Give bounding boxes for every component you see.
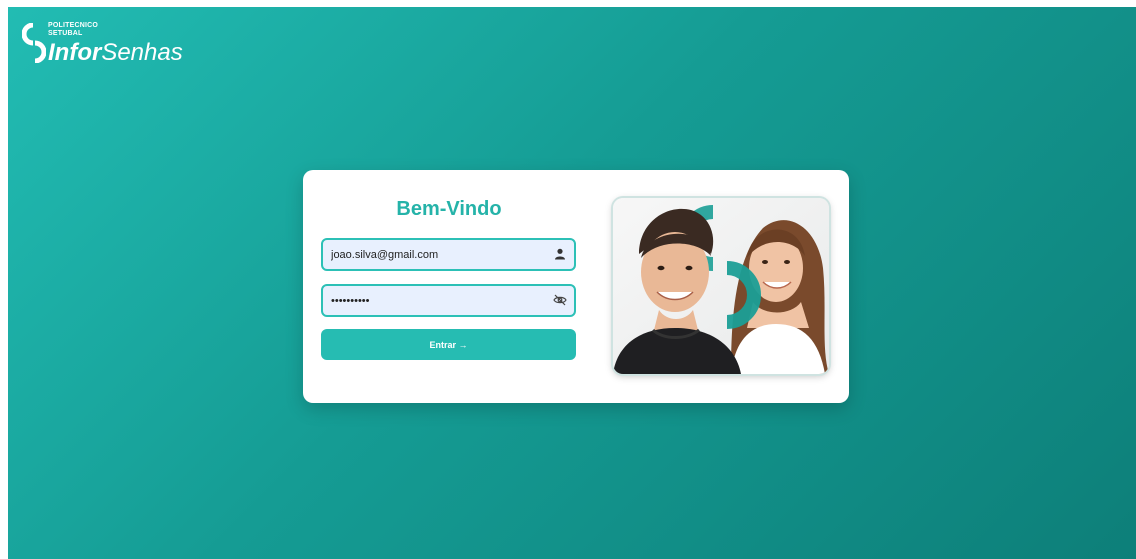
password-input[interactable] (331, 286, 541, 315)
login-card: Bem-Vindo Entrar → (303, 170, 849, 403)
app-background: POLITECNICO SETUBAL InforSenhas Bem-Vind… (8, 7, 1136, 559)
brand-logo: POLITECNICO SETUBAL InforSenhas (20, 17, 210, 73)
login-title: Bem-Vindo (396, 198, 502, 220)
brand-line2: SETUBAL (48, 30, 83, 37)
logo-mark-icon (22, 23, 46, 63)
brand-word-bold: Infor (48, 39, 102, 66)
brand-line1: POLITECNICO (48, 22, 99, 29)
brand-word-regular: Senhas (101, 39, 183, 66)
brand-wordmark: InforSenhas (48, 39, 183, 67)
hero-photo (613, 198, 829, 374)
login-button[interactable]: Entrar → (321, 329, 576, 360)
eye-off-icon[interactable] (552, 292, 568, 308)
students-illustration (613, 198, 829, 374)
email-field[interactable] (321, 238, 576, 271)
password-field[interactable] (321, 284, 576, 317)
user-icon (552, 246, 568, 262)
email-input[interactable] (331, 240, 541, 269)
